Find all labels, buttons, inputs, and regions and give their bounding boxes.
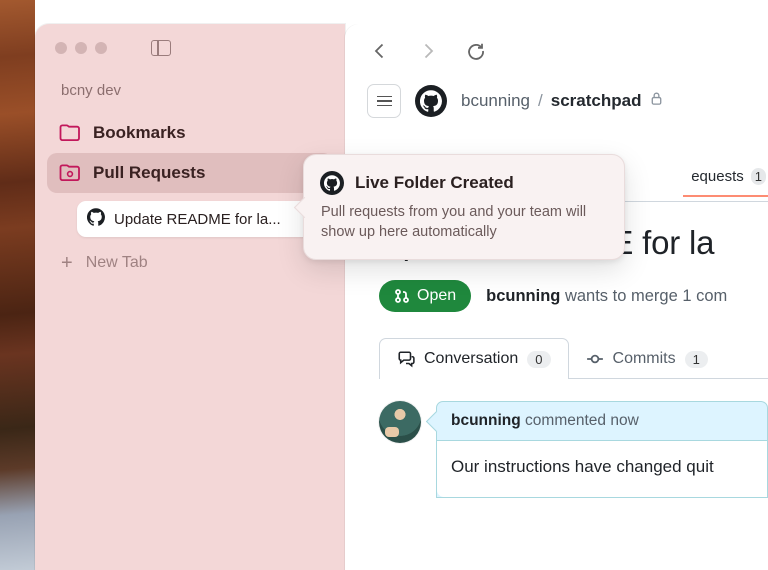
sidebar-sub-item-label: Update README for la... (114, 211, 281, 228)
lock-icon (649, 91, 664, 111)
popover-body: Pull requests from you and your team wil… (320, 202, 606, 243)
sidebar-nav: Bookmarks Pull Requests Update README fo… (35, 113, 345, 237)
tab-commits[interactable]: Commits 1 (569, 338, 726, 379)
comment-body: Our instructions have changed quit (437, 441, 767, 497)
avatar[interactable] (379, 401, 421, 443)
traffic-lights[interactable] (55, 42, 107, 54)
pr-state-badge: Open (379, 280, 471, 312)
repo-name-link[interactable]: scratchpad (551, 91, 642, 111)
folder-icon (59, 124, 81, 142)
tab-label: Commits (613, 350, 676, 368)
repo-header: bcunning / scratchpad (345, 76, 768, 136)
popover-title: Live Folder Created (355, 173, 514, 193)
pr-merge-line: bcunning wants to merge 1 com (486, 287, 727, 306)
breadcrumb: bcunning / scratchpad (461, 91, 664, 111)
tab-label: Conversation (424, 350, 518, 368)
back-button[interactable] (369, 40, 391, 62)
window-titlebar (35, 24, 345, 64)
browser-toolbar (345, 24, 768, 76)
comment-discussion-icon (397, 350, 415, 368)
sidebar-item-bookmarks[interactable]: Bookmarks (47, 113, 333, 153)
github-icon (87, 208, 105, 230)
tab-label-fragment: equests (691, 168, 744, 185)
sidebar-toggle-icon[interactable] (151, 40, 171, 56)
comment-author-link[interactable]: bcunning (451, 412, 521, 429)
tab-count: 0 (527, 351, 550, 368)
pr-merge-text: wants to merge 1 com (560, 287, 727, 305)
desktop-wallpaper (0, 0, 35, 570)
github-icon (320, 171, 344, 195)
sidebar-item-pull-requests[interactable]: Pull Requests (47, 153, 333, 193)
github-mark-icon[interactable] (415, 85, 447, 117)
traffic-minimize[interactable] (75, 42, 87, 54)
pr-author-link[interactable]: bcunning (486, 287, 560, 305)
forward-button (417, 40, 439, 62)
traffic-close[interactable] (55, 42, 67, 54)
hamburger-menu[interactable] (367, 84, 401, 118)
comment-header: bcunning commented now (437, 402, 767, 441)
pr-state-label: Open (417, 287, 456, 305)
folder-live-icon (59, 164, 81, 182)
tab-conversation[interactable]: Conversation 0 (379, 338, 569, 379)
tab-pull-requests[interactable]: equests 1 (683, 168, 768, 197)
plus-icon: + (61, 253, 73, 273)
pr-tabs: Conversation 0 Commits 1 (379, 338, 768, 379)
tab-count: 1 (685, 351, 708, 368)
workspace-name[interactable]: bcny dev (35, 64, 345, 113)
breadcrumb-separator: / (538, 91, 543, 111)
comment-row: bcunning commented now Our instructions … (379, 401, 768, 498)
git-commit-icon (586, 350, 604, 368)
sidebar-item-label: Pull Requests (93, 163, 205, 183)
new-tab-label: New Tab (86, 254, 148, 272)
repo-owner-link[interactable]: bcunning (461, 91, 530, 111)
pr-status-row: Open bcunning wants to merge 1 com (379, 280, 768, 312)
live-folder-popover: Live Folder Created Pull requests from y… (303, 154, 625, 260)
new-tab-button[interactable]: + New Tab (35, 237, 345, 273)
reload-button[interactable] (465, 40, 487, 62)
sidebar-window: bcny dev Bookmarks Pull Requests Update … (35, 24, 345, 570)
traffic-zoom[interactable] (95, 42, 107, 54)
comment-meta: commented now (521, 412, 639, 429)
tab-count: 1 (751, 168, 766, 185)
sidebar-item-label: Bookmarks (93, 123, 186, 143)
git-pull-request-icon (394, 288, 410, 304)
comment-box: bcunning commented now Our instructions … (436, 401, 768, 498)
